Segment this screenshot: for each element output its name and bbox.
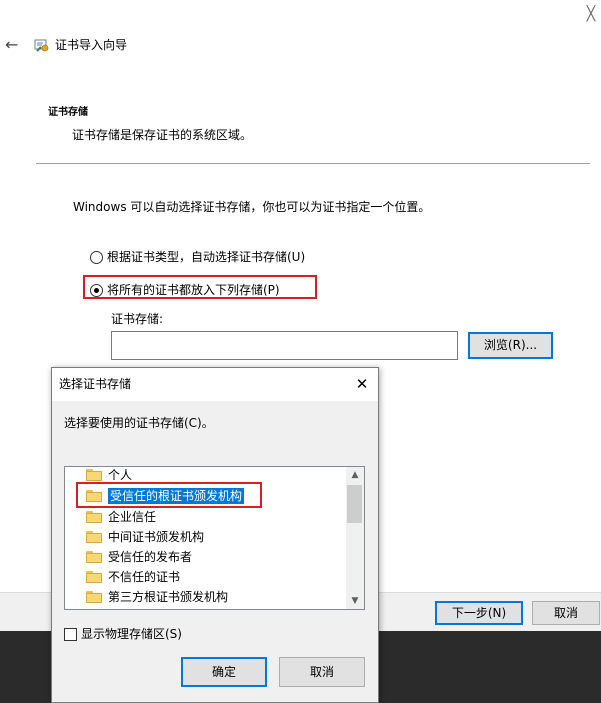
tree-item-label: 第三方根证书颁发机构 — [108, 590, 229, 604]
scroll-down-icon[interactable]: ▼ — [346, 593, 364, 609]
tree-item-label: 个人 — [108, 468, 133, 482]
show-physical-stores-label[interactable]: 显示物理存储区(S) — [81, 626, 182, 642]
folder-icon — [86, 511, 102, 523]
section-description: 证书存储是保存证书的系统区域。 — [72, 128, 253, 142]
folder-icon — [86, 591, 102, 603]
tree-item-intermediate[interactable]: 中间证书颁发机构 — [86, 527, 204, 547]
radio-auto-label[interactable]: 根据证书类型，自动选择证书存储(U) — [107, 249, 305, 265]
dialog-close-icon[interactable]: ✕ — [353, 375, 371, 393]
radio-auto-select-store[interactable] — [90, 251, 103, 264]
store-field-label: 证书存储: — [111, 312, 164, 326]
dialog-prompt: 选择要使用的证书存储(C)。 — [64, 416, 214, 430]
red-highlight-box — [83, 275, 317, 299]
folder-icon — [86, 571, 102, 583]
tree-item-label: 企业信任 — [108, 510, 157, 524]
tree-item-label: 不信任的证书 — [108, 570, 181, 584]
tree-item-label: 中间证书颁发机构 — [108, 530, 205, 544]
show-physical-stores-checkbox[interactable] — [64, 628, 77, 641]
tree-item-trusted-publishers[interactable]: 受信任的发布者 — [86, 547, 192, 567]
browse-button[interactable]: 浏览(R)... — [468, 332, 553, 359]
scroll-thumb[interactable] — [347, 485, 362, 523]
tree-item-label: 受信任的发布者 — [108, 550, 193, 564]
intro-text: Windows 可以自动选择证书存储，你也可以为证书指定一个位置。 — [73, 200, 431, 214]
folder-icon — [86, 551, 102, 563]
wizard-cancel-button[interactable]: 取消 — [532, 601, 600, 625]
dialog-title: 选择证书存储 — [59, 377, 132, 391]
back-arrow-icon[interactable]: ← — [5, 36, 23, 54]
scroll-up-icon[interactable]: ▲ — [346, 467, 364, 483]
tree-item-enterprise-trust[interactable]: 企业信任 — [86, 507, 156, 527]
folder-icon — [86, 469, 102, 481]
certificate-store-input[interactable] — [111, 331, 458, 360]
wizard-title: 证书导入向导 — [55, 38, 128, 52]
window-close-icon[interactable]: ╳ — [583, 6, 599, 22]
tree-item-untrusted[interactable]: 不信任的证书 — [86, 567, 180, 587]
certificate-wizard-icon — [34, 37, 50, 53]
tree-item-third-party-root[interactable]: 第三方根证书颁发机构 — [86, 587, 228, 607]
red-highlight-box — [76, 482, 262, 508]
next-button[interactable]: 下一步(N) — [435, 601, 523, 625]
dialog-cancel-button[interactable]: 取消 — [279, 657, 365, 687]
section-title: 证书存储 — [48, 107, 88, 118]
divider — [36, 163, 590, 164]
ok-button[interactable]: 确定 — [181, 657, 267, 687]
folder-icon — [86, 531, 102, 543]
